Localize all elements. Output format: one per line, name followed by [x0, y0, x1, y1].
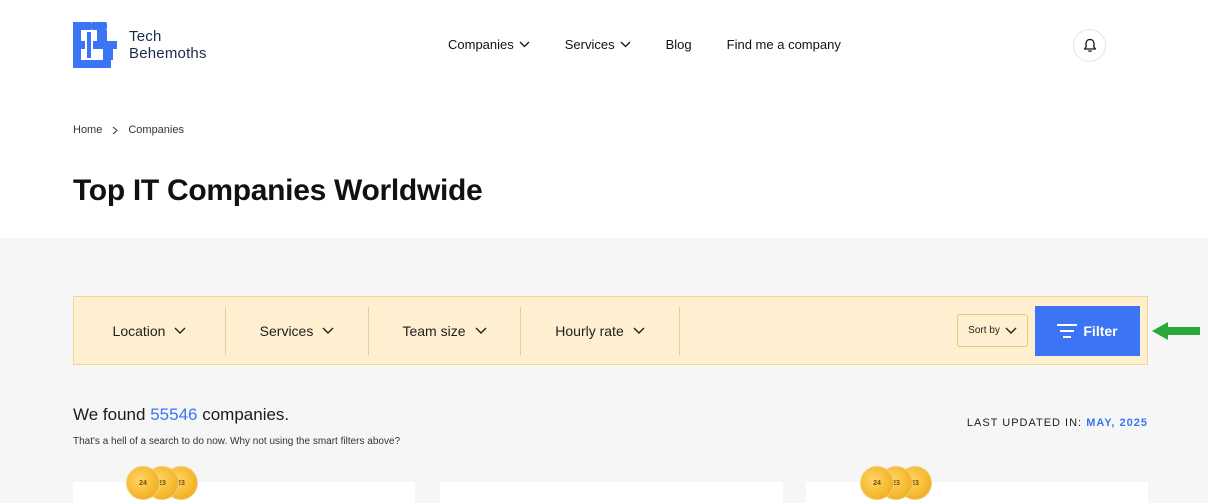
content-section [0, 238, 1208, 503]
chevron-right-icon [112, 126, 119, 134]
filter-bar: Location Services Team size Hourly rate … [73, 296, 1148, 365]
chevron-down-icon [620, 41, 631, 48]
notifications-button[interactable] [1073, 29, 1106, 62]
filter-services[interactable]: Services [226, 307, 368, 355]
results-number: 55546 [150, 405, 198, 424]
filter-services-label: Services [259, 323, 314, 339]
logo-line-1: Tech [129, 28, 162, 45]
sort-by-label: Sort by [968, 325, 1000, 336]
results-subtext: That's a hell of a search to do now. Why… [73, 436, 401, 447]
main-nav: Companies Services Blog Find me a compan… [448, 37, 876, 52]
company-card[interactable] [73, 482, 415, 503]
filter-lines-icon [1057, 324, 1078, 338]
filter-button-label: Filter [1083, 323, 1118, 339]
filter-hourly-rate-label: Hourly rate [555, 323, 624, 339]
company-card[interactable] [440, 482, 783, 503]
last-updated: LAST UPDATED IN: MAY, 2025 [967, 417, 1148, 429]
chevron-down-icon [475, 327, 487, 334]
last-updated-date: MAY, 2025 [1086, 417, 1148, 429]
breadcrumb: Home Companies [73, 124, 184, 136]
nav-find-company-label: Find me a company [726, 37, 841, 52]
chevron-down-icon [322, 327, 334, 334]
filter-hourly-rate[interactable]: Hourly rate [521, 307, 679, 355]
nav-companies[interactable]: Companies [448, 37, 530, 52]
last-updated-label: LAST UPDATED IN: [966, 417, 1083, 429]
results-count: We found 55546 companies. [73, 405, 289, 425]
award-badges: 23 23 24 [860, 466, 932, 500]
filter-divider [679, 307, 680, 355]
bell-icon [1083, 38, 1096, 52]
award-badge: 24 [126, 466, 160, 500]
chevron-down-icon [1005, 327, 1017, 334]
logo-text: Tech Behemoths [129, 28, 207, 62]
filter-team-size[interactable]: Team size [369, 307, 520, 355]
award-badge: 24 [860, 466, 894, 500]
nav-blog-label: Blog [665, 37, 692, 52]
nav-services[interactable]: Services [565, 37, 631, 52]
filter-location-label: Location [112, 323, 166, 339]
award-badges: 23 23 24 [126, 466, 198, 500]
nav-services-label: Services [564, 37, 615, 52]
logo-line-2: Behemoths [129, 45, 207, 62]
nav-companies-label: Companies [448, 37, 514, 52]
logo-link[interactable]: Tech Behemoths [73, 22, 207, 68]
nav-find-company[interactable]: Find me a company [727, 37, 841, 52]
results-prefix: We found [73, 405, 146, 424]
chevron-down-icon [633, 327, 645, 334]
site-header: Tech Behemoths Companies Services Blog F… [0, 0, 1208, 92]
filter-team-size-label: Team size [402, 323, 466, 339]
annotation-arrow-icon [1152, 322, 1200, 340]
chevron-down-icon [519, 41, 530, 48]
breadcrumb-current: Companies [128, 124, 184, 136]
page-title: Top IT Companies Worldwide [73, 174, 483, 207]
filter-location[interactable]: Location [74, 307, 225, 355]
filter-button[interactable]: Filter [1035, 306, 1140, 356]
logo-icon [73, 22, 117, 68]
chevron-down-icon [174, 327, 186, 334]
company-card[interactable] [806, 482, 1148, 503]
results-suffix: companies. [202, 405, 290, 424]
sort-by-dropdown[interactable]: Sort by [957, 314, 1028, 347]
breadcrumb-home[interactable]: Home [73, 124, 102, 136]
nav-blog[interactable]: Blog [666, 37, 692, 52]
